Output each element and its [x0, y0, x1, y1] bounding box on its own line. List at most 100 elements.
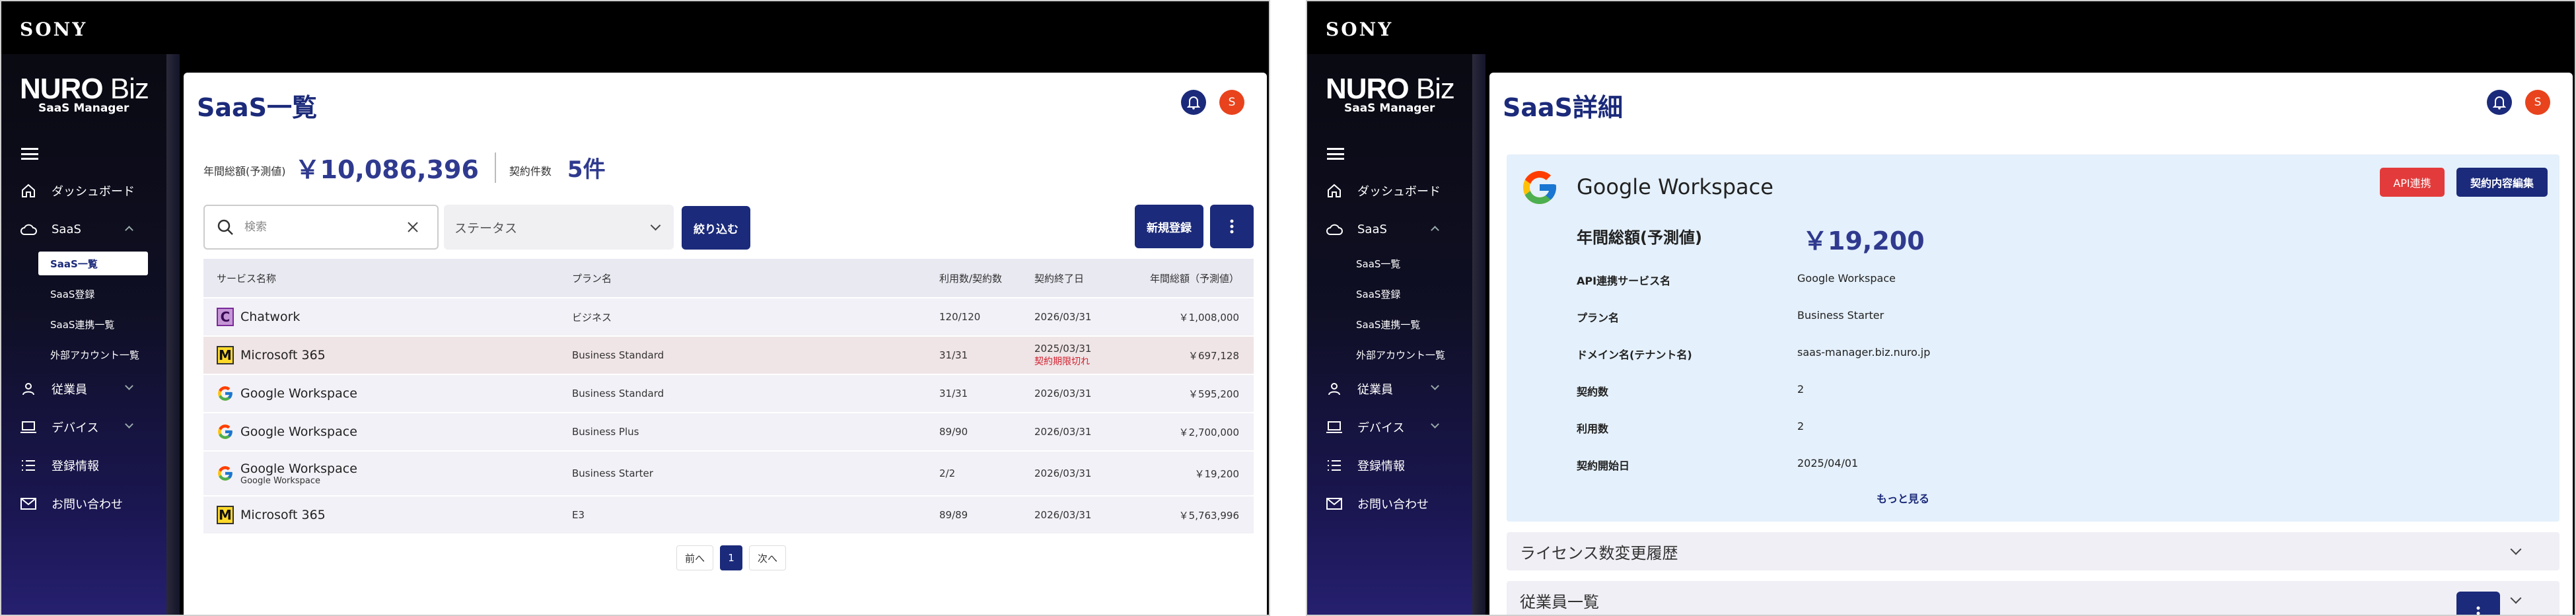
employee-list-accordion[interactable]: 従業員一覧: [1507, 581, 2559, 615]
accordion-title: ライセンス数変更履歴: [1520, 543, 1678, 563]
google-logo-icon: [217, 464, 234, 483]
table-row[interactable]: Google Workspace Business Standard 31/31…: [203, 374, 1254, 412]
list-screen: SONY NURO Biz SaaS Manager ダッシュボード SaaS …: [0, 0, 1270, 616]
detail-field-row: API連携サービス名 Google Workspace: [1577, 272, 2501, 288]
table-row[interactable]: M Microsoft 365 Business Standard 31/31 …: [203, 335, 1254, 374]
plan-cell: Business Starter: [572, 467, 653, 479]
sidebar-item-saas-register[interactable]: SaaS登録: [1, 279, 166, 309]
search-input[interactable]: [244, 221, 403, 234]
page-title: SaaS一覧: [197, 93, 318, 122]
clear-icon[interactable]: [407, 221, 419, 233]
page-1-button[interactable]: 1: [720, 545, 743, 570]
service-name-block: Google Workspace Google Workspace: [240, 462, 357, 486]
plan-cell: E3: [572, 509, 585, 521]
column-header[interactable]: 利用数/契約数: [939, 271, 1034, 285]
sidebar-item-dashboard[interactable]: ダッシュボード: [1, 172, 166, 210]
next-page-button[interactable]: 次へ: [749, 545, 787, 570]
sidebar-item-label: お問い合わせ: [52, 498, 123, 512]
hamburger-menu-icon[interactable]: [21, 148, 38, 160]
avatar[interactable]: S: [1219, 90, 1244, 115]
sidebar-item-saas-list[interactable]: SaaS一覧: [1307, 248, 1472, 279]
detail-field-row: ドメイン名(テナント名) saas-manager.biz.nuro.jp: [1577, 346, 2501, 362]
service-cell: M Microsoft 365: [203, 506, 572, 524]
column-header[interactable]: 契約終了日: [1034, 271, 1140, 285]
chevron-down-icon: [2510, 543, 2522, 555]
person-icon: [20, 380, 37, 397]
sidebar-item-label: お問い合わせ: [1357, 498, 1429, 512]
show-more-link[interactable]: もっと見る: [1877, 490, 1929, 506]
license-history-accordion[interactable]: ライセンス数変更履歴: [1507, 532, 2559, 570]
table-row[interactable]: Google Workspace Google Workspace Busine…: [203, 450, 1254, 495]
sidebar-item-employees[interactable]: 従業員: [1, 370, 166, 408]
filter-button[interactable]: 絞り込む: [682, 206, 750, 250]
cloud-icon: [1326, 221, 1343, 238]
plan-cell: ビジネス: [572, 311, 612, 324]
sidebar-item-contact[interactable]: お問い合わせ: [1, 485, 166, 523]
plan-cell: Business Plus: [572, 426, 639, 438]
column-header[interactable]: サービス名称: [203, 271, 572, 285]
prev-page-button[interactable]: 前へ: [676, 545, 714, 570]
chatwork-logo-icon: C: [217, 308, 234, 326]
sidebar-item-saas-integration[interactable]: SaaS連携一覧: [1, 309, 166, 339]
field-label: プラン名: [1577, 312, 1620, 324]
sidebar-item-external-accounts[interactable]: 外部アカウント一覧: [1307, 339, 1472, 370]
google-logo-icon: [217, 423, 234, 441]
hamburger-menu-icon[interactable]: [1327, 148, 1344, 160]
sidebar-item-label: デバイス: [1357, 421, 1405, 435]
kebab-icon: [1230, 219, 1234, 234]
sidebar-item-saas[interactable]: SaaS: [1, 210, 166, 248]
sidebar-item-devices[interactable]: デバイス: [1307, 408, 1472, 446]
sidebar-item-saas-list[interactable]: SaaS一覧: [38, 252, 148, 275]
employee-options-button[interactable]: [2456, 592, 2500, 615]
sidebar-item-label: 登録情報: [52, 460, 99, 473]
field-label: ドメイン名(テナント名): [1577, 349, 1692, 361]
sidebar-item-registration-info[interactable]: 登録情報: [1, 446, 166, 485]
contract-count-value: 5件: [567, 156, 606, 183]
service-cell: Google Workspace: [203, 423, 572, 441]
sidebar-item-contact[interactable]: お問い合わせ: [1307, 485, 1472, 523]
bell-icon[interactable]: [1181, 90, 1206, 115]
column-header[interactable]: 年間総額（予測値）: [1140, 271, 1252, 285]
sidebar-item-devices[interactable]: デバイス: [1, 408, 166, 446]
table-row[interactable]: Google Workspace Business Plus 89/90 202…: [203, 412, 1254, 450]
field-value: 2: [1797, 420, 1805, 432]
annual-total-value: ￥19,200: [1803, 226, 1925, 256]
sidebar-nav: ダッシュボード SaaS SaaS一覧 SaaS登録 SaaS連携一覧 外部アカ…: [1307, 172, 1472, 523]
column-header[interactable]: プラン名: [572, 271, 939, 285]
detail-field-row: 契約開始日 2025/04/01: [1577, 457, 2501, 473]
sidebar-item-label: SaaS: [52, 222, 81, 236]
nuro-biz-logo: NURO Biz: [20, 73, 149, 105]
field-value: saas-manager.biz.nuro.jp: [1797, 346, 1931, 359]
api-integration-button[interactable]: API連携: [2380, 168, 2445, 197]
expired-label: 契約期限切れ: [1034, 357, 1090, 367]
sidebar-item-saas[interactable]: SaaS: [1307, 210, 1472, 248]
sony-logo: SONY: [1326, 18, 1394, 40]
main-content: SaaS詳細 S Google Workspace API連携 契約内容編集 年…: [1489, 73, 2573, 615]
sidebar-item-external-accounts[interactable]: 外部アカウント一覧: [1, 339, 166, 370]
home-icon: [20, 182, 37, 199]
status-select[interactable]: ステータス: [444, 205, 674, 250]
contract-count-label: 契約件数: [509, 164, 552, 178]
sidebar-item-dashboard[interactable]: ダッシュボード: [1307, 172, 1472, 210]
table-row[interactable]: M Microsoft 365 E3 89/89 2026/03/31 ￥5,7…: [203, 495, 1254, 533]
table-row[interactable]: C Chatwork ビジネス 120/120 2026/03/31 ￥1,00…: [203, 297, 1254, 335]
person-icon: [1326, 380, 1343, 397]
summary-divider: [494, 152, 496, 183]
microsoft365-logo-icon: M: [217, 506, 234, 524]
status-select-value: ステータス: [454, 221, 518, 236]
sidebar-item-saas-integration[interactable]: SaaS連携一覧: [1307, 309, 1472, 339]
sidebar-item-saas-register[interactable]: SaaS登録: [1307, 279, 1472, 309]
bell-icon[interactable]: [2487, 90, 2512, 115]
amount-cell: ￥19,200: [1194, 467, 1240, 480]
mail-icon: [20, 495, 37, 512]
saas-manager-label: SaaS Manager: [38, 102, 129, 115]
edit-contract-button[interactable]: 契約内容編集: [2456, 168, 2548, 197]
sidebar-item-registration-info[interactable]: 登録情報: [1307, 446, 1472, 485]
avatar[interactable]: S: [2525, 90, 2550, 115]
sidebar-item-employees[interactable]: 従業員: [1307, 370, 1472, 408]
new-register-button[interactable]: 新規登録: [1135, 205, 1203, 248]
list-icon: [1326, 457, 1343, 474]
more-options-button[interactable]: [1210, 205, 1254, 248]
sidebar: NURO Biz SaaS Manager ダッシュボード SaaS SaaS一…: [1307, 54, 1485, 615]
annual-total-value: ￥10,086,396: [295, 155, 479, 184]
